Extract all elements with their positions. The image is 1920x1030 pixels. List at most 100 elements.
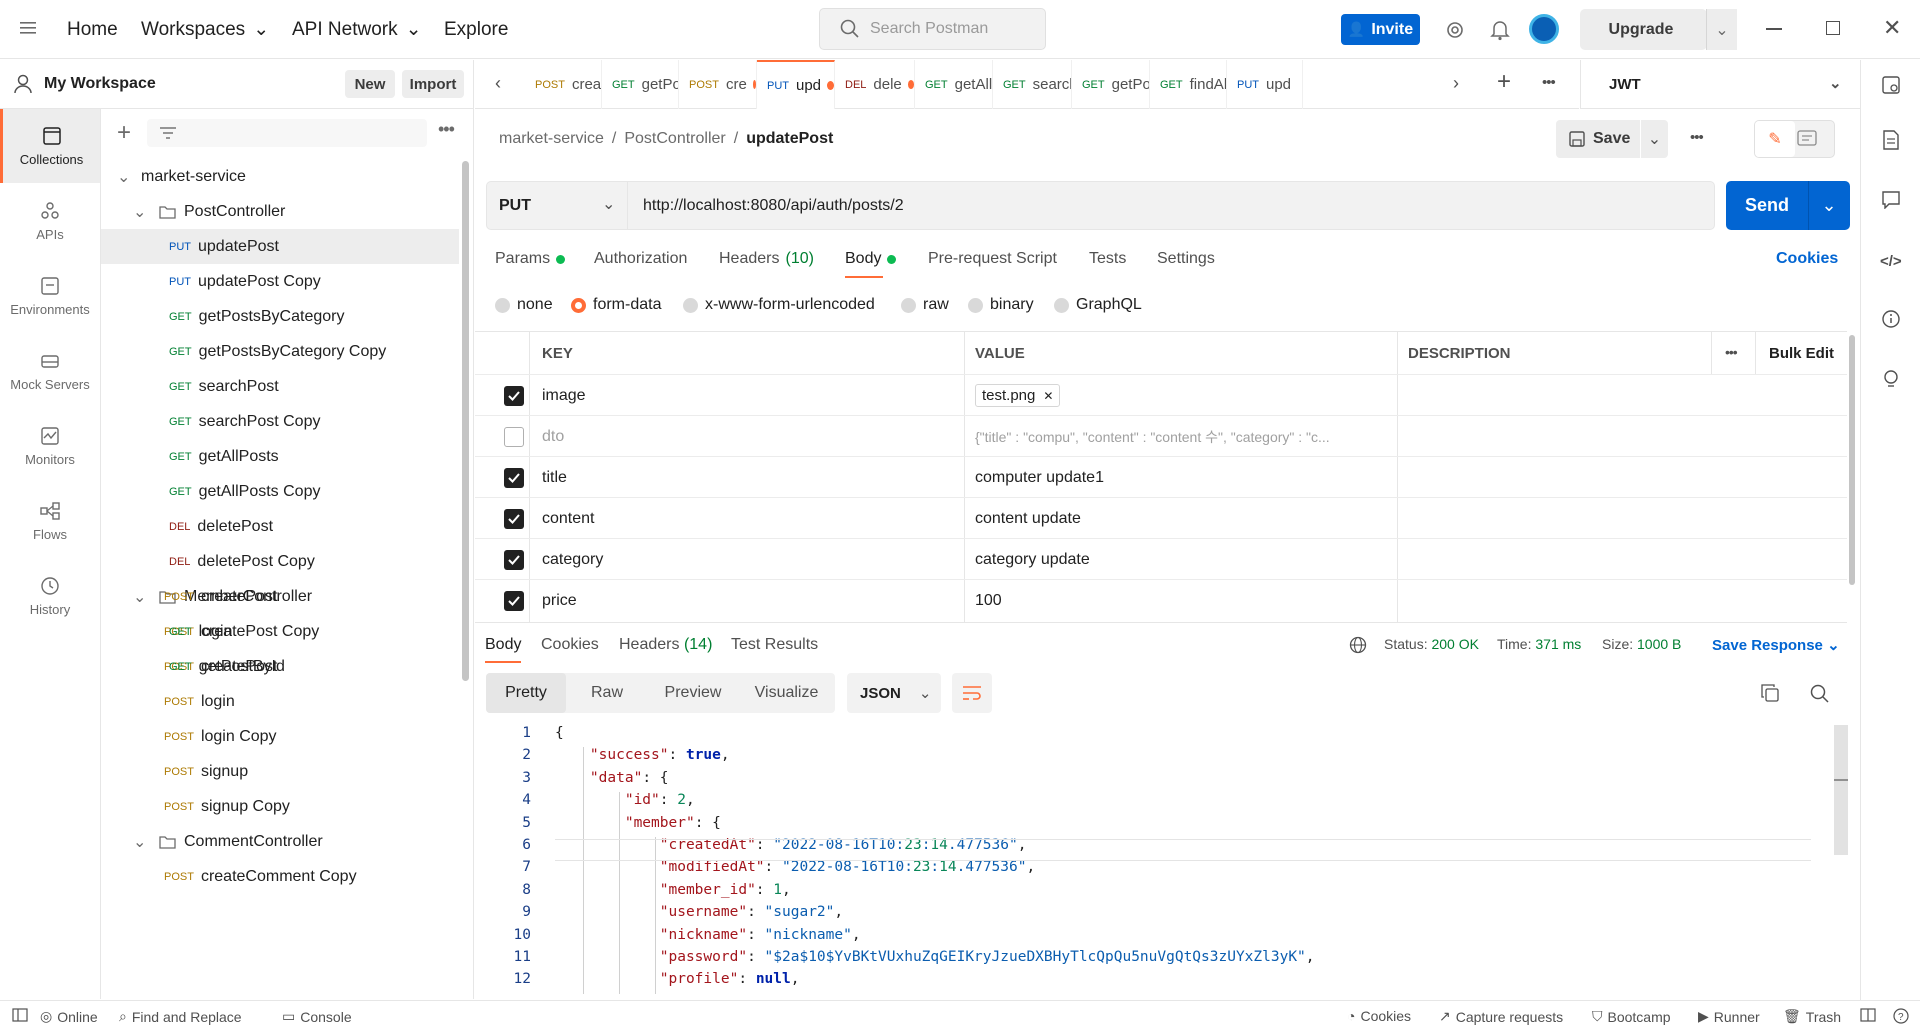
tab-tests[interactable]: Tests bbox=[1089, 250, 1126, 268]
method-select[interactable]: PUT ⌄ bbox=[486, 181, 628, 230]
sidebar-scrollbar[interactable] bbox=[462, 161, 469, 681]
tree-request-item[interactable]: GET getAllPosts bbox=[101, 439, 459, 474]
row-checkbox[interactable] bbox=[504, 427, 524, 447]
tab-settings[interactable]: Settings bbox=[1157, 250, 1215, 268]
tree-request-item[interactable]: PUT updatePost bbox=[101, 229, 459, 264]
value-cell[interactable]: content update bbox=[975, 498, 1385, 539]
minimize-icon[interactable] bbox=[1766, 28, 1782, 30]
wrap-lines-icon[interactable] bbox=[952, 673, 992, 713]
key-cell[interactable]: image bbox=[542, 375, 952, 416]
nav-home[interactable]: Home bbox=[67, 0, 118, 59]
view-visualize[interactable]: Visualize bbox=[738, 673, 835, 713]
tree-request-item[interactable]: GET getPostById bbox=[101, 649, 459, 684]
description-cell[interactable] bbox=[1408, 539, 1838, 580]
key-cell[interactable]: price bbox=[542, 580, 952, 621]
row-checkbox[interactable] bbox=[504, 468, 524, 488]
description-cell[interactable] bbox=[1408, 375, 1838, 416]
tab-authorization[interactable]: Authorization bbox=[594, 250, 687, 268]
radio-x-www-form-urlencoded[interactable]: x-www-form-urlencoded bbox=[683, 296, 875, 314]
tabs-scroll-left-icon[interactable]: ‹ bbox=[495, 73, 501, 94]
search-response-icon[interactable] bbox=[1810, 684, 1830, 704]
tree-request-item[interactable]: POST login Copy bbox=[101, 719, 459, 754]
value-cell[interactable]: computer update1 bbox=[975, 457, 1385, 498]
rail-monitors[interactable]: Monitors bbox=[0, 409, 100, 483]
tree-request-item[interactable]: POST signup Copy bbox=[101, 789, 459, 824]
copy-icon[interactable] bbox=[1761, 684, 1779, 702]
save-response-button[interactable]: Save Response ⌄ bbox=[1712, 636, 1840, 654]
description-cell[interactable] bbox=[1408, 498, 1838, 539]
comments-icon[interactable] bbox=[1882, 191, 1900, 209]
view-preview[interactable]: Preview bbox=[648, 673, 738, 713]
help-icon[interactable]: ? bbox=[1893, 1008, 1909, 1024]
save-button[interactable]: Save bbox=[1556, 120, 1640, 158]
radio-none[interactable]: none bbox=[495, 296, 553, 314]
online-status[interactable]: ◎ Online bbox=[40, 1008, 98, 1025]
send-dropdown-chevron-icon[interactable]: ⌄ bbox=[1809, 195, 1849, 216]
settings-gear-icon[interactable] bbox=[1444, 19, 1466, 41]
tab-prerequest-script[interactable]: Pre-request Script bbox=[928, 250, 1057, 268]
row-checkbox[interactable] bbox=[504, 386, 524, 406]
row-checkbox[interactable] bbox=[504, 509, 524, 529]
description-cell[interactable] bbox=[1408, 457, 1838, 498]
search-input[interactable]: Search Postman bbox=[819, 8, 1046, 50]
table-scrollbar[interactable] bbox=[1849, 335, 1855, 585]
rail-environments[interactable]: Environments bbox=[0, 259, 100, 333]
key-cell[interactable]: dto bbox=[542, 416, 952, 457]
request-tab[interactable]: GET getPos bbox=[1072, 60, 1150, 109]
key-cell[interactable]: category bbox=[542, 539, 952, 580]
tree-request-item[interactable]: POST createPost bbox=[101, 579, 459, 614]
tree-request-item[interactable]: GET login bbox=[101, 614, 459, 649]
code-icon[interactable]: </> bbox=[1880, 253, 1902, 270]
environment-quick-look-icon[interactable] bbox=[1882, 76, 1900, 94]
description-cell[interactable] bbox=[1408, 580, 1838, 621]
toggle-sidebar-icon[interactable] bbox=[12, 1008, 28, 1022]
row-checkbox[interactable] bbox=[504, 591, 524, 611]
value-cell[interactable]: category update bbox=[975, 539, 1385, 580]
value-cell[interactable]: test.png ✕ bbox=[975, 375, 1385, 416]
request-tab[interactable]: PUT upd bbox=[757, 60, 835, 109]
documentation-icon[interactable] bbox=[1882, 130, 1900, 150]
request-tab[interactable]: GET search bbox=[993, 60, 1072, 109]
response-tab-cookies[interactable]: Cookies bbox=[541, 636, 599, 654]
format-select[interactable]: JSON ⌄ bbox=[847, 673, 941, 713]
new-tab-icon[interactable]: + bbox=[1497, 68, 1511, 96]
tabs-scroll-right-icon[interactable]: › bbox=[1453, 73, 1459, 94]
bootcamp[interactable]: ⛉ Bootcamp bbox=[1592, 1008, 1671, 1025]
cookies-link[interactable]: Cookies bbox=[1776, 250, 1838, 268]
radio-graphql[interactable]: GraphQL bbox=[1054, 296, 1142, 314]
radio-form-data[interactable]: form-data bbox=[571, 296, 661, 314]
tree-request-item[interactable]: GET searchPost bbox=[101, 369, 459, 404]
code-scrollbar[interactable] bbox=[1834, 725, 1848, 855]
tree-request-item[interactable]: POST createComment Copy bbox=[101, 859, 459, 894]
more-options-icon[interactable]: ••• bbox=[438, 119, 455, 140]
response-body-code[interactable]: 1 {2 "success": true, 3 "data": {4 "id": 2… bbox=[475, 725, 1835, 995]
key-cell[interactable]: title bbox=[542, 457, 952, 498]
filter-input[interactable] bbox=[147, 119, 427, 147]
import-button[interactable]: Import bbox=[402, 70, 464, 98]
tree-request-item[interactable]: POST signup bbox=[101, 754, 459, 789]
two-pane-icon[interactable] bbox=[1860, 1008, 1876, 1022]
environment-selector[interactable]: JWT ⌄ bbox=[1580, 60, 1860, 109]
edit-pencil-icon[interactable]: ✎ bbox=[1755, 121, 1795, 157]
description-cell[interactable] bbox=[1408, 416, 1838, 457]
rail-history[interactable]: History bbox=[0, 559, 100, 633]
response-tab-test-results[interactable]: Test Results bbox=[731, 636, 818, 654]
nav-workspaces[interactable]: Workspaces ⌄ bbox=[141, 0, 269, 59]
tree-request-item[interactable]: PUT updatePost Copy bbox=[101, 264, 459, 299]
tabs-more-icon[interactable]: ••• bbox=[1542, 74, 1556, 91]
upgrade-dropdown-chevron-icon[interactable]: ⌄ bbox=[1706, 9, 1737, 50]
table-more-icon[interactable]: ••• bbox=[1725, 344, 1738, 360]
invite-button[interactable]: 👤 Invite bbox=[1341, 14, 1420, 45]
breadcrumb-folder[interactable]: PostController bbox=[624, 130, 725, 148]
tab-headers[interactable]: Headers (10) bbox=[719, 250, 814, 268]
tree-request-item[interactable]: GET getPostsByCategory bbox=[101, 299, 459, 334]
request-tab[interactable]: POST cre bbox=[679, 60, 757, 109]
request-tab[interactable]: POST create bbox=[525, 60, 602, 109]
view-raw[interactable]: Raw bbox=[566, 673, 648, 713]
request-tab[interactable]: PUT upd bbox=[1227, 60, 1303, 109]
globe-icon[interactable] bbox=[1349, 636, 1367, 654]
response-tab-body[interactable]: Body bbox=[485, 636, 521, 654]
response-size[interactable]: Size: 1000 B bbox=[1602, 636, 1681, 652]
value-cell[interactable]: {"title" : "compu", "content" : "content… bbox=[975, 416, 1385, 457]
nav-api-network[interactable]: API Network ⌄ bbox=[292, 0, 422, 59]
